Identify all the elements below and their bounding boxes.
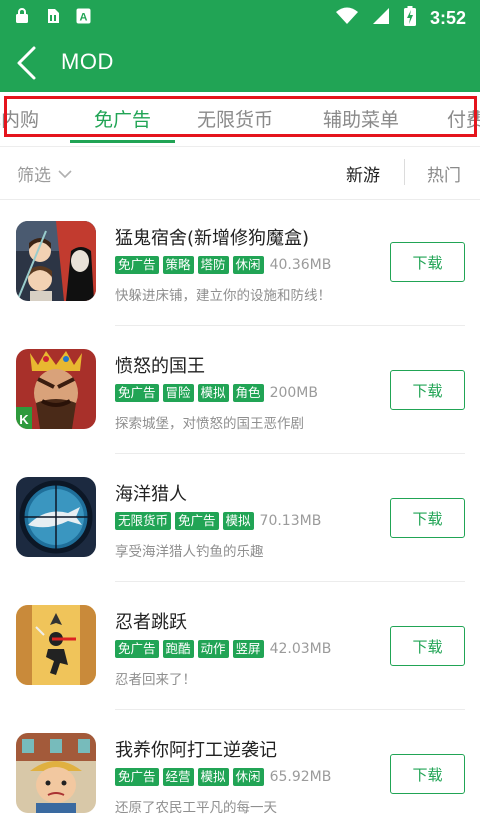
app-tags: 免广告 策略 塔防 休闲 40.36MB <box>115 256 331 274</box>
app-size: 65.92MB <box>269 769 332 785</box>
filter-bar: 筛选 新游 热门 <box>0 147 480 199</box>
app-size: 42.03MB <box>269 641 332 657</box>
back-arrow-icon[interactable] <box>12 44 42 82</box>
lock-icon <box>14 8 29 24</box>
tag-badge: 模拟 <box>222 512 254 530</box>
tag-badge: 免广告 <box>115 768 159 786</box>
sort-popular[interactable]: 热门 <box>427 161 461 186</box>
app-name[interactable]: 海洋猎人 <box>115 480 187 506</box>
tag-badge: 模拟 <box>197 384 229 402</box>
active-tab-indicator <box>70 140 175 143</box>
category-tabs: 无内购 免广告 无限货币 辅助菜单 付费 <box>0 92 480 146</box>
list-item[interactable]: 海洋猎人 无限货币 免广告 模拟 70.13MB 享受海洋猎人钓鱼的乐趣 下载 <box>0 456 480 584</box>
tag-badge: 免广告 <box>115 640 159 658</box>
app-tags: 免广告 经营 模拟 休闲 65.92MB <box>115 768 331 786</box>
battery-charging-icon <box>403 6 416 30</box>
app-description: 忍者回来了！ <box>115 672 196 688</box>
tag-badge: 经营 <box>162 768 194 786</box>
chevron-down-icon <box>57 164 73 184</box>
app-name[interactable]: 猛鬼宿舍(新增修狗魔盒) <box>115 224 309 250</box>
divider <box>115 325 465 326</box>
app-header: MOD <box>0 34 480 92</box>
app-tags: 免广告 冒险 模拟 角色 200MB <box>115 384 318 402</box>
clock: 3:52 <box>429 7 466 28</box>
app-description: 探索城堡，对愤怒的国王恶作剧 <box>115 416 304 432</box>
filter-label: 筛选 <box>17 166 51 186</box>
svg-text:A: A <box>80 12 88 24</box>
divider <box>115 453 465 454</box>
download-button[interactable]: 下载 <box>390 498 465 538</box>
a-notification-icon: A <box>76 8 91 24</box>
signal-icon <box>372 7 390 29</box>
svg-text:K: K <box>19 412 29 427</box>
page-title: MOD <box>61 49 114 74</box>
list-item[interactable]: 猛鬼宿舍(新增修狗魔盒) 免广告 策略 塔防 休闲 40.36MB 快躲进床铺，… <box>0 200 480 328</box>
tag-badge: 免广告 <box>115 256 159 274</box>
tab-no-iap[interactable]: 无内购 <box>0 105 39 132</box>
download-button[interactable]: 下载 <box>390 242 465 282</box>
tag-badge: 免广告 <box>115 384 159 402</box>
tab-paid[interactable]: 付费 <box>447 105 480 132</box>
sort-newest[interactable]: 新游 <box>346 161 380 186</box>
status-bar: A 3:52 <box>0 0 480 34</box>
tab-assist-menu[interactable]: 辅助菜单 <box>323 105 399 132</box>
divider <box>115 581 465 582</box>
app-size: 40.36MB <box>269 257 332 273</box>
app-description: 还原了农民工平凡的每一天 <box>115 800 277 814</box>
angry-king-game-icon: K <box>16 349 96 429</box>
app-size: 70.13MB <box>259 513 322 529</box>
divider <box>404 159 405 185</box>
tag-badge: 塔防 <box>197 256 229 274</box>
tab-unlimited-currency[interactable]: 无限货币 <box>197 105 273 132</box>
app-size: 200MB <box>269 385 318 401</box>
app-name[interactable]: 忍者跳跃 <box>115 608 187 634</box>
filter-dropdown[interactable]: 筛选 <box>17 161 73 186</box>
list-item[interactable]: 我养你阿打工逆袭记 免广告 经营 模拟 休闲 65.92MB 还原了农民工平凡的… <box>0 712 480 814</box>
ocean-hunter-game-icon <box>16 477 96 557</box>
download-button[interactable]: 下载 <box>390 754 465 794</box>
ghost-dorm-game-icon <box>16 221 96 301</box>
app-name[interactable]: 我养你阿打工逆袭记 <box>115 736 277 762</box>
app-description: 享受海洋猎人钓鱼的乐趣 <box>115 544 264 560</box>
list-item[interactable]: 忍者跳跃 免广告 跑酷 动作 竖屏 42.03MB 忍者回来了！ 下载 <box>0 584 480 712</box>
divider <box>115 709 465 710</box>
tag-badge: 免广告 <box>175 512 219 530</box>
tag-badge: 竖屏 <box>232 640 264 658</box>
app-tags: 无限货币 免广告 模拟 70.13MB <box>115 512 321 530</box>
wifi-icon <box>335 7 358 29</box>
tag-badge: 休闲 <box>232 256 264 274</box>
tag-badge: 角色 <box>232 384 264 402</box>
app-tags: 免广告 跑酷 动作 竖屏 42.03MB <box>115 640 331 658</box>
tag-badge: 无限货币 <box>115 512 172 530</box>
tag-badge: 策略 <box>162 256 194 274</box>
app-name[interactable]: 愤怒的国王 <box>115 352 205 378</box>
tag-badge: 跑酷 <box>162 640 194 658</box>
tag-badge: 冒险 <box>162 384 194 402</box>
ninja-jump-game-icon <box>16 605 96 685</box>
tag-badge: 动作 <box>197 640 229 658</box>
worker-comeback-game-icon <box>16 733 96 813</box>
tag-badge: 休闲 <box>232 768 264 786</box>
tag-badge: 模拟 <box>197 768 229 786</box>
tab-ad-free[interactable]: 免广告 <box>94 105 151 132</box>
download-button[interactable]: 下载 <box>390 626 465 666</box>
download-button[interactable]: 下载 <box>390 370 465 410</box>
list-item[interactable]: K 愤怒的国王 免广告 冒险 模拟 角色 200MB 探索城堡，对愤怒的国王恶作… <box>0 328 480 456</box>
app-description: 快躲进床铺，建立你的设施和防线！ <box>115 288 331 304</box>
sim-card-icon <box>45 8 60 24</box>
